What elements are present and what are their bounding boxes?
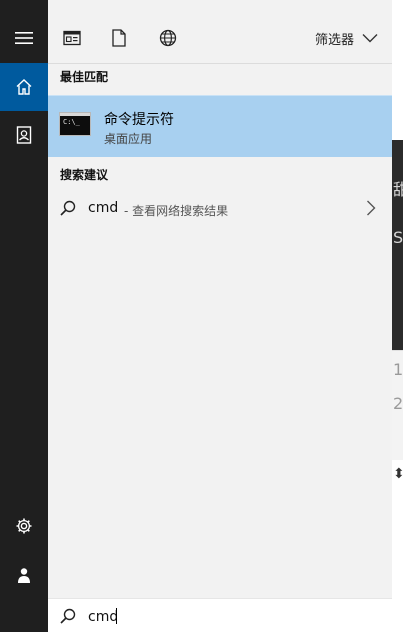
search-icon — [60, 608, 76, 624]
background-glyph: 2 — [393, 394, 403, 413]
background-glyph: S — [393, 228, 403, 247]
tab-web[interactable] — [156, 26, 180, 50]
web-icon — [159, 29, 177, 47]
search-input[interactable] — [88, 607, 368, 627]
background-glyph: 1 — [393, 360, 403, 379]
filter-dropdown[interactable]: 筛选器 — [315, 25, 378, 51]
best-match-header: 最佳匹配 — [60, 70, 109, 84]
suggestions-header: 搜索建议 — [60, 168, 109, 182]
contact-card-icon — [16, 126, 32, 144]
hamburger-menu-button[interactable] — [0, 14, 48, 62]
suggestion-hint: - 查看网络搜索结果 — [124, 204, 229, 218]
scope-tabbar: 筛选器 — [48, 10, 392, 64]
tab-apps[interactable] — [60, 26, 84, 50]
home-icon — [16, 79, 32, 95]
chevron-right-icon[interactable] — [366, 200, 376, 216]
gear-icon — [16, 518, 32, 534]
start-rail — [0, 0, 48, 632]
text-caret — [116, 608, 117, 624]
apps-icon — [63, 30, 81, 46]
search-panel: 筛选器 最佳匹配 C:\_ 命令提示符 桌面应用 搜索建议 cmd - 查看网络… — [48, 0, 392, 632]
command-prompt-icon-text: C:\_ — [63, 118, 80, 126]
results-area: 筛选器 最佳匹配 C:\_ 命令提示符 桌面应用 搜索建议 cmd - 查看网络… — [48, 0, 392, 598]
filter-label: 筛选器 — [314, 32, 354, 48]
suggestion-query: cmd — [88, 200, 119, 216]
tab-documents[interactable] — [107, 26, 131, 50]
web-suggestion-item[interactable]: cmd - 查看网络搜索结果 — [48, 192, 392, 226]
command-prompt-icon: C:\_ — [59, 112, 91, 136]
result-subtitle: 桌面应用 — [104, 132, 153, 146]
result-title: 命令提示符 — [104, 112, 174, 128]
background-window: 甜 S 1 2 ⬍ — [392, 0, 403, 632]
document-icon — [112, 29, 126, 47]
home-button[interactable] — [0, 63, 48, 111]
best-match-result[interactable]: C:\_ 命令提示符 桌面应用 — [48, 95, 392, 157]
search-icon — [60, 200, 76, 216]
user-button[interactable] — [0, 551, 48, 599]
background-glyph: ⬍ — [393, 466, 403, 482]
contact-card-button[interactable] — [0, 111, 48, 159]
chevron-down-icon — [362, 34, 378, 43]
user-icon — [18, 568, 30, 583]
background-glyph: 甜 — [393, 180, 403, 199]
hamburger-menu-icon — [15, 32, 33, 44]
search-box[interactable] — [48, 598, 392, 632]
settings-button[interactable] — [0, 502, 48, 550]
